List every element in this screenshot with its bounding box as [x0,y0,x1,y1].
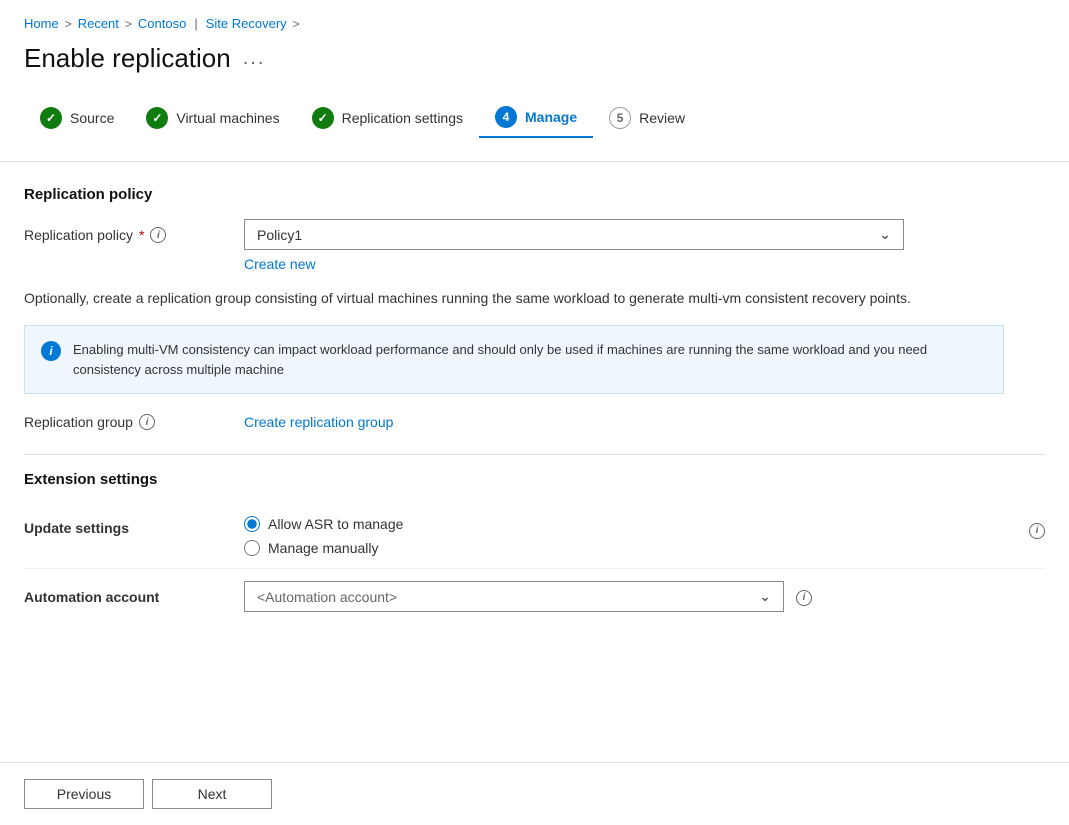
automation-account-info-icon[interactable]: i [796,590,812,606]
page-container: Home > Recent > Contoso | Site Recovery … [0,0,1069,825]
replication-policy-section-title: Replication policy [24,186,1045,203]
replication-policy-control: Policy1 ⌄ Create new [244,219,1045,272]
update-settings-row: Update settings Allow ASR to manage Mana… [24,504,1045,569]
radio-allow-asr-input[interactable] [244,516,260,532]
extension-settings-title: Extension settings [24,471,1045,488]
breadcrumb-recent[interactable]: Recent [78,16,119,31]
wizard-step-manage[interactable]: 4 Manage [479,98,593,138]
next-button[interactable]: Next [152,779,272,809]
divider [24,454,1045,455]
breadcrumb-pipe: | [194,16,197,31]
step-icon-virtual-machines: ✓ [146,107,168,129]
breadcrumb-contoso[interactable]: Contoso [138,16,186,31]
title-ellipsis-menu[interactable]: ... [243,47,266,70]
update-settings-info-icon[interactable]: i [1029,523,1045,539]
previous-button[interactable]: Previous [24,779,144,809]
breadcrumb: Home > Recent > Contoso | Site Recovery … [0,0,1069,39]
automation-account-label: Automation account [24,589,244,605]
replication-policy-dropdown[interactable]: Policy1 ⌄ [244,219,904,250]
replication-group-label: Replication group i [24,414,244,430]
update-settings-radio-group: Allow ASR to manage Manage manually [244,516,1029,556]
replication-policy-value: Policy1 [257,227,302,243]
step-label-virtual-machines: Virtual machines [176,110,279,126]
step-icon-review: 5 [609,107,631,129]
wizard-step-review[interactable]: 5 Review [593,99,701,137]
radio-allow-asr-label: Allow ASR to manage [268,516,403,532]
wizard-step-source[interactable]: ✓ Source [24,99,130,137]
update-settings-info-area: i [1029,516,1045,539]
required-marker: * [139,227,144,243]
replication-group-info-icon[interactable]: i [139,414,155,430]
create-new-link[interactable]: Create new [244,256,316,272]
automation-account-row: Automation account <Automation account> … [24,569,1045,624]
step-label-replication-settings: Replication settings [342,110,463,126]
info-banner-text: Enabling multi-VM consistency can impact… [73,340,987,379]
radio-allow-asr[interactable]: Allow ASR to manage [244,516,1029,532]
replication-group-row: Replication group i Create replication g… [24,414,1045,430]
wizard-step-replication-settings[interactable]: ✓ Replication settings [296,99,479,137]
breadcrumb-site-recovery[interactable]: Site Recovery [206,16,287,31]
step-label-manage: Manage [525,109,577,125]
automation-account-info-area: i [796,587,812,606]
radio-manage-manually-input[interactable] [244,540,260,556]
breadcrumb-sep-2: > [125,17,132,31]
replication-policy-label: Replication policy * i [24,219,244,243]
page-title: Enable replication [24,43,231,74]
info-banner-icon: i [41,341,61,361]
automation-dropdown-arrow-icon: ⌄ [759,588,771,605]
dropdown-arrow-icon: ⌄ [879,226,891,243]
wizard-steps: ✓ Source ✓ Virtual machines ✓ Replicatio… [0,98,1069,162]
info-banner: i Enabling multi-VM consistency can impa… [24,325,1004,394]
main-content: Replication policy Replication policy * … [0,162,1069,762]
step-icon-replication-settings: ✓ [312,107,334,129]
update-settings-label: Update settings [24,516,244,536]
footer: Previous Next [0,762,1069,825]
breadcrumb-home[interactable]: Home [24,16,59,31]
breadcrumb-sep-3: > [293,17,300,31]
automation-account-dropdown[interactable]: <Automation account> ⌄ [244,581,784,612]
wizard-step-virtual-machines[interactable]: ✓ Virtual machines [130,99,295,137]
automation-account-placeholder: <Automation account> [257,589,397,605]
step-icon-source: ✓ [40,107,62,129]
step-icon-manage: 4 [495,106,517,128]
step-label-source: Source [70,110,114,126]
breadcrumb-sep-1: > [65,17,72,31]
replication-policy-info-icon[interactable]: i [150,227,166,243]
page-title-row: Enable replication ... [0,39,1069,98]
step-label-review: Review [639,110,685,126]
create-replication-group-link[interactable]: Create replication group [244,414,393,430]
radio-manage-manually-label: Manage manually [268,540,379,556]
replication-policy-row: Replication policy * i Policy1 ⌄ Create … [24,219,1045,272]
description-text: Optionally, create a replication group c… [24,288,1004,309]
radio-manage-manually[interactable]: Manage manually [244,540,1029,556]
